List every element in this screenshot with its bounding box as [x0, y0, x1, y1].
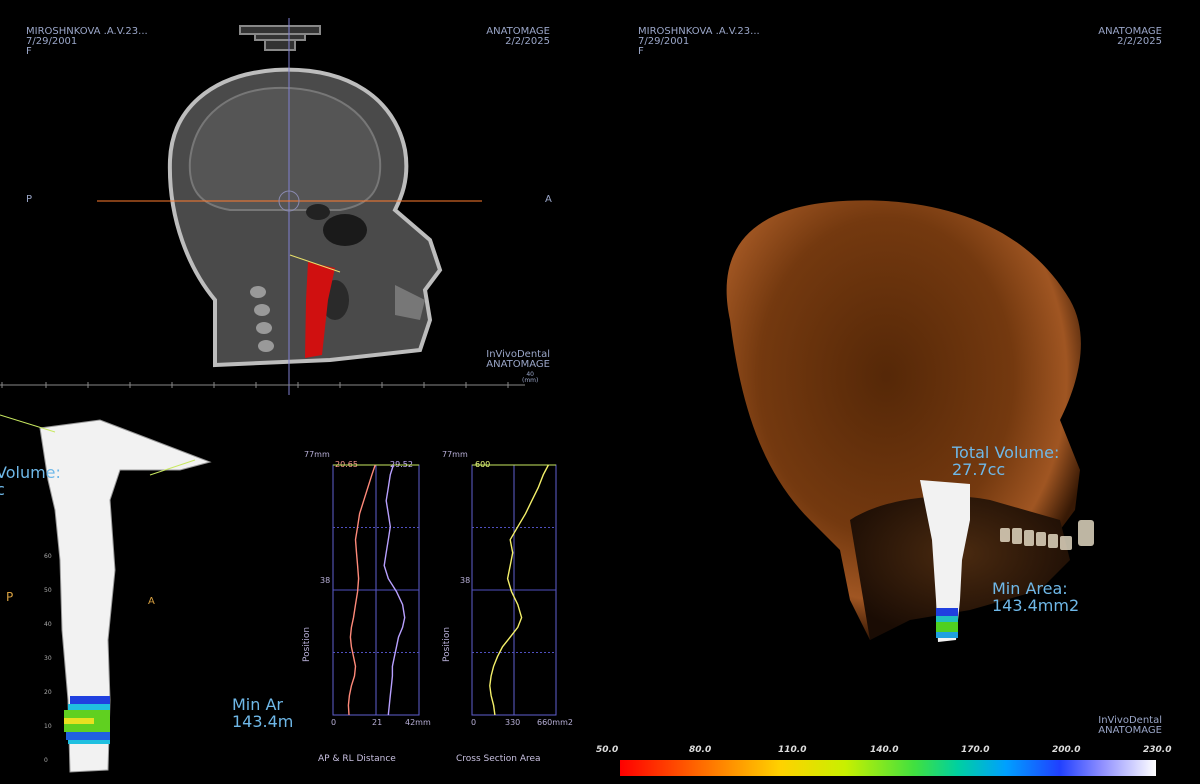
airway-volume-info: Volume: c	[0, 463, 61, 499]
airway-ruler: 60 50 40 30 20 10 0	[44, 553, 52, 764]
scale-label: 40 (mm)	[522, 371, 539, 384]
charts-panel: 77mm 38 Position 20.65 29.52 0 21 42mm A…	[300, 440, 590, 784]
airway-min-area-info: Min Ar 143.4m	[232, 695, 294, 731]
colorbar-tick-0: 50.0	[596, 745, 619, 755]
colorbar-tick-6: 230.0	[1143, 745, 1172, 755]
volume-3d-view[interactable]: MIROSHNKOVA .A.V.23... 7/29/2001 F ANATO…	[590, 0, 1200, 784]
airway-orient-a: A	[148, 596, 155, 607]
airway-3d-view[interactable]: Volume: c P A Min Ar 143.4m 60 50 40 30 …	[0, 400, 300, 784]
colorbar-tick-4: 170.0	[961, 745, 990, 755]
sagittal-ct-view[interactable]: MIROSHNKOVA .A.V.23... 7/29/2001 F ANATO…	[0, 0, 560, 400]
vol-footer: InVivoDental ANATOMAGE	[1098, 715, 1162, 736]
colorbar-tick-3: 140.0	[870, 745, 899, 755]
sagittal-skull-image	[0, 18, 525, 395]
total-volume-readout: Total Volume: 27.7cc	[952, 443, 1060, 479]
skull-volume-render	[726, 200, 1094, 642]
colorbar-tick-2: 110.0	[778, 745, 807, 755]
density-color-bar	[620, 760, 1156, 776]
min-area-readout: Min Area: 143.4mm2	[992, 579, 1080, 615]
colorbar-tick-1: 80.0	[689, 745, 712, 755]
airway-orient-p: P	[6, 590, 14, 604]
ceph-footer: InVivoDental ANATOMAGE	[486, 349, 550, 370]
airway-charts-svg	[332, 464, 557, 716]
colorbar-tick-5: 200.0	[1052, 745, 1081, 755]
